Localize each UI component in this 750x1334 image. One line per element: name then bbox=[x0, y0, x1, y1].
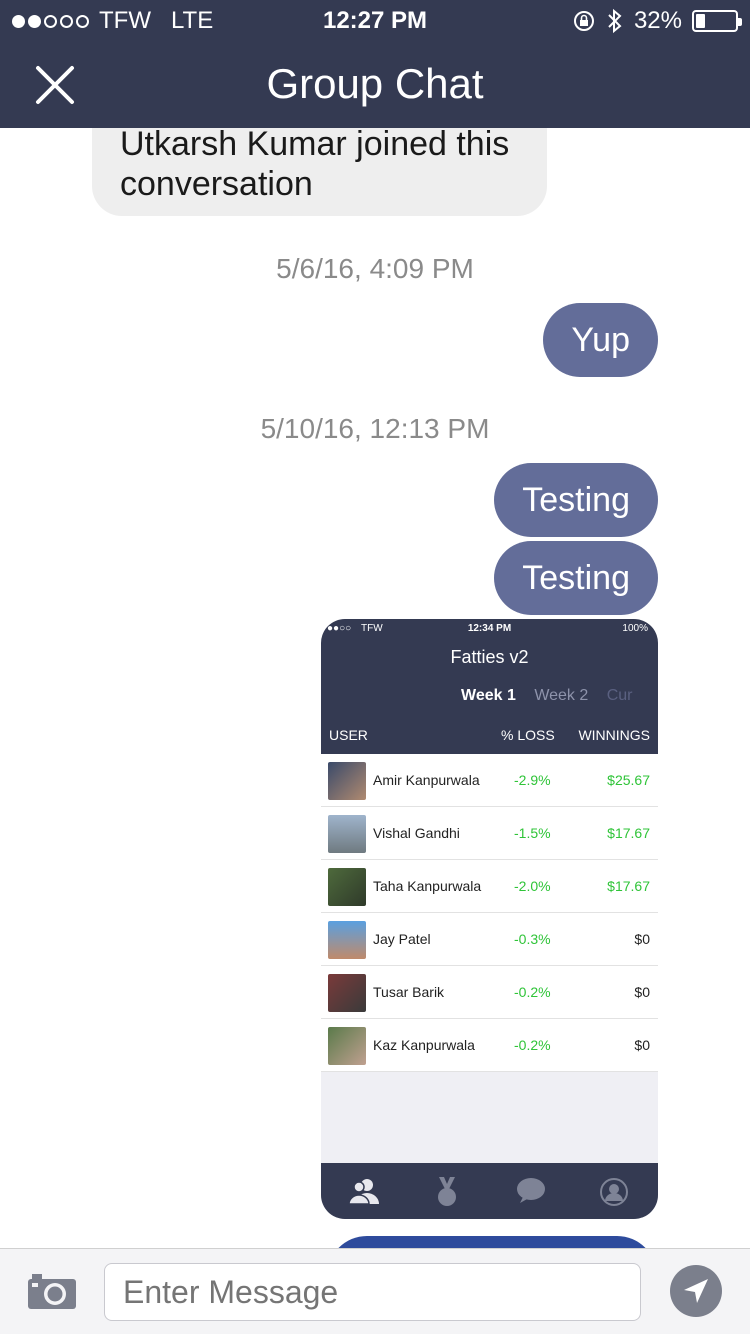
battery-percent: 32% bbox=[633, 7, 682, 34]
avatar bbox=[328, 762, 366, 800]
attachment-status-bar: ●●○○ TFW 12:34 PM 100% bbox=[321, 619, 658, 639]
message-input[interactable] bbox=[104, 1263, 641, 1321]
column-loss: % LOSS bbox=[501, 727, 555, 743]
nav-bar: Group Chat bbox=[0, 40, 750, 128]
winnings-value: $17.67 bbox=[607, 878, 650, 894]
image-attachment[interactable]: ●●○○ TFW 12:34 PM 100% Fatties v2 Week 1… bbox=[321, 619, 658, 1219]
orientation-lock-icon bbox=[573, 11, 594, 31]
page-title: Group Chat bbox=[266, 60, 484, 107]
attachment-battery: 100% bbox=[622, 623, 648, 634]
winnings-value: $0 bbox=[634, 931, 650, 947]
loss-value: -2.9% bbox=[514, 772, 551, 788]
send-button[interactable] bbox=[670, 1265, 722, 1317]
loss-value: -2.0% bbox=[514, 878, 551, 894]
avatar bbox=[328, 1027, 366, 1065]
chat-thread[interactable]: Utkarsh Kumar joined this conversation 5… bbox=[0, 128, 750, 1248]
loss-value: -0.2% bbox=[514, 1037, 551, 1053]
attachment-time: 12:34 PM bbox=[467, 623, 512, 634]
next-message-preview bbox=[327, 1236, 657, 1248]
table-row: Amir Kanpurwala -2.9% $25.67 bbox=[321, 754, 658, 807]
send-icon bbox=[684, 1279, 708, 1303]
attachment-tab-bar bbox=[321, 1163, 658, 1219]
user-name: Amir Kanpurwala bbox=[373, 772, 480, 788]
battery-icon bbox=[692, 10, 742, 32]
status-right: 32% bbox=[572, 7, 742, 35]
message-bubble[interactable]: Testing bbox=[494, 541, 658, 615]
attachment-title: Fatties v2 bbox=[450, 647, 529, 667]
column-user: USER bbox=[329, 727, 368, 743]
tab-week-1: Week 1 bbox=[461, 687, 516, 704]
table-row: Kaz Kanpurwala -0.2% $0 bbox=[321, 1019, 658, 1072]
message-bubble[interactable]: Yup bbox=[543, 303, 658, 377]
loss-value: -1.5% bbox=[514, 825, 551, 841]
table-row: Taha Kanpurwala -2.0% $17.67 bbox=[321, 860, 658, 913]
medal-icon bbox=[438, 1177, 456, 1206]
timestamp: 5/6/16, 4:09 PM bbox=[276, 253, 474, 284]
leaderboard-table: Amir Kanpurwala -2.9% $25.67 Vishal Gand… bbox=[321, 754, 658, 1072]
winnings-value: $17.67 bbox=[607, 825, 650, 841]
system-message: Utkarsh Kumar joined this conversation bbox=[92, 128, 547, 216]
status-bar: TFW LTE 12:27 PM 32% bbox=[0, 0, 750, 40]
users-icon bbox=[349, 1179, 379, 1205]
table-row: Tusar Barik -0.2% $0 bbox=[321, 966, 658, 1019]
avatar bbox=[328, 868, 366, 906]
table-row: Vishal Gandhi -1.5% $17.67 bbox=[321, 807, 658, 860]
attachment-header: Fatties v2 Week 1 Week 2 Cur USER % LOSS… bbox=[321, 639, 658, 754]
week-tabs: Week 1 Week 2 Cur bbox=[461, 687, 647, 705]
bluetooth-icon bbox=[608, 8, 622, 34]
user-name: Kaz Kanpurwala bbox=[373, 1037, 475, 1053]
avatar bbox=[328, 974, 366, 1012]
winnings-value: $25.67 bbox=[607, 772, 650, 788]
tab-week-2: Week 2 bbox=[534, 687, 589, 704]
message-composer bbox=[0, 1248, 750, 1334]
user-name: Tusar Barik bbox=[373, 984, 445, 1000]
camera-icon[interactable] bbox=[26, 1271, 78, 1311]
loss-value: -0.3% bbox=[514, 931, 551, 947]
user-name: Taha Kanpurwala bbox=[373, 878, 482, 894]
profile-icon bbox=[600, 1178, 628, 1206]
message-bubble[interactable]: Testing bbox=[494, 463, 658, 537]
winnings-value: $0 bbox=[634, 1037, 650, 1053]
avatar bbox=[328, 815, 366, 853]
tab-current: Cur bbox=[606, 687, 633, 704]
chat-bubble-icon bbox=[517, 1178, 545, 1203]
winnings-value: $0 bbox=[634, 984, 650, 1000]
loss-value: -0.2% bbox=[514, 984, 551, 1000]
timestamp: 5/10/16, 12:13 PM bbox=[260, 413, 490, 444]
user-name: Jay Patel bbox=[373, 931, 431, 947]
column-winnings: WINNINGS bbox=[578, 727, 650, 743]
table-row: Jay Patel -0.3% $0 bbox=[321, 913, 658, 966]
user-name: Vishal Gandhi bbox=[373, 825, 460, 841]
avatar bbox=[328, 921, 366, 959]
